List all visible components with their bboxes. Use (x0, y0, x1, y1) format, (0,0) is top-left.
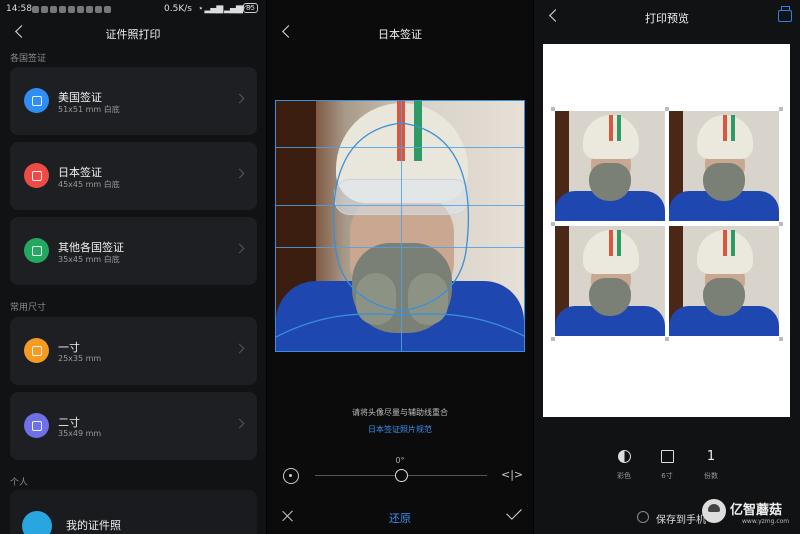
page-title: 日本签证 (378, 28, 422, 41)
crop-mark (779, 107, 783, 111)
page-title: 证件照打印 (105, 28, 161, 41)
print-preview-panel: 打印预览 彩色 6寸 1 份数 保存到手机 亿智蘑菇 www.yzmg.com (534, 0, 800, 534)
watermark: 亿智蘑菇 www.yzmg.com (702, 497, 798, 527)
card-title: 一寸 (58, 341, 80, 354)
chevron-right-icon (234, 418, 245, 429)
photo-thumbnail (555, 111, 665, 221)
id-photo-menu-panel: 14:58 0.5K/s ⋆ ▂▄▆ ▂▄▆ ◠ 85 证件照打印 各国签证 美… (0, 0, 266, 534)
print-paper (543, 44, 790, 417)
user-icon (22, 511, 52, 534)
flag-icon (24, 163, 49, 188)
option-label: 彩色 (617, 472, 631, 480)
rotation-angle: 0° (395, 456, 405, 465)
save-to-phone-label[interactable]: 保存到手机 (656, 511, 706, 526)
photo-thumbnail (669, 226, 779, 336)
crop-mark (779, 337, 783, 341)
crop-mark (665, 337, 669, 341)
chevron-right-icon (234, 343, 245, 354)
crop-mark (551, 107, 555, 111)
card-two-inch[interactable]: 二寸 35x49 mm (10, 392, 257, 460)
chevron-right-icon (234, 243, 245, 254)
document-icon (24, 88, 49, 113)
my-photos-row[interactable]: 我的证件照 (10, 490, 257, 534)
card-spec: 45x45 mm 白底 (58, 180, 120, 189)
battery-icon: 85 (243, 3, 258, 13)
card-title: 二寸 (58, 416, 80, 429)
rotate-icon[interactable] (283, 468, 299, 484)
card-spec: 51x51 mm 白底 (58, 105, 120, 114)
card-spec: 35x49 mm (58, 429, 102, 438)
card-title: 其他各国签证 (58, 241, 124, 254)
status-time: 14:58 (6, 4, 32, 14)
copies-option[interactable]: 1 份数 (691, 450, 731, 481)
save-to-phone-checkbox[interactable] (637, 511, 649, 523)
header: 日本签证 (267, 22, 533, 46)
chevron-right-icon (234, 93, 245, 104)
card-us-visa[interactable]: 美国签证 51x51 mm 白底 (10, 67, 257, 135)
paper-size-icon (660, 450, 674, 463)
reset-button[interactable]: 还原 (267, 510, 533, 526)
photo-thumbnail (669, 111, 779, 221)
color-icon (617, 450, 631, 463)
section-visa: 各国签证 (10, 54, 47, 64)
section-personal: 个人 (10, 478, 29, 488)
header: 证件照打印 (0, 22, 266, 46)
crop-mark (665, 107, 669, 111)
watermark-url: www.yzmg.com (742, 518, 790, 525)
crop-mark (551, 222, 555, 226)
globe-icon (24, 238, 49, 263)
card-spec: 35x45 mm 白底 (58, 255, 120, 264)
card-title: 日本签证 (58, 166, 102, 179)
card-title: 美国签证 (58, 91, 102, 104)
head-outline-guide (276, 122, 524, 338)
watermark-name: 亿智蘑菇 (730, 503, 783, 518)
card-spec: 25x35 mm (58, 354, 102, 363)
header: 打印预览 (534, 6, 800, 30)
alignment-hint: 请将头像尽量与辅助线重合 (352, 408, 448, 417)
card-japan-visa[interactable]: 日本签证 45x45 mm 白底 (10, 142, 257, 210)
section-common-size: 常用尺寸 (10, 303, 47, 313)
photo-thumbnail (555, 226, 665, 336)
card-other-visa[interactable]: 其他各国签证 35x45 mm 白底 (10, 217, 257, 285)
crop-mark (551, 337, 555, 341)
photo-crop-area[interactable] (275, 100, 525, 352)
photo-size-icon (24, 338, 49, 363)
paper-size-option[interactable]: 6寸 (647, 450, 687, 481)
network-speed: 0.5K/s (164, 4, 192, 14)
crop-editor-panel: 日本签证 请将头像尽量与辅助线重合 日本签证照片规范 0° <|> 还原 (267, 0, 533, 534)
my-photos-label: 我的证件照 (66, 519, 121, 532)
option-label: 份数 (704, 472, 718, 480)
status-bar: 14:58 0.5K/s ⋆ ▂▄▆ ▂▄▆ ◠ 85 (0, 0, 266, 20)
printer-icon[interactable] (778, 6, 792, 22)
mushroom-logo-icon (702, 499, 726, 523)
card-one-inch[interactable]: 一寸 25x35 mm (10, 317, 257, 385)
photo-spec-link[interactable]: 日本签证照片规范 (267, 424, 533, 435)
crop-mark (779, 222, 783, 226)
option-label: 6寸 (661, 472, 673, 480)
color-option[interactable]: 彩色 (604, 450, 644, 481)
notification-icons (32, 6, 113, 16)
page-title: 打印预览 (645, 12, 689, 25)
chevron-right-icon (234, 168, 245, 179)
photo-size-icon (24, 413, 49, 438)
rotation-slider-thumb[interactable] (395, 469, 408, 482)
copies-count: 1 (706, 449, 716, 464)
flip-horizontal-icon[interactable]: <|> (501, 466, 523, 484)
